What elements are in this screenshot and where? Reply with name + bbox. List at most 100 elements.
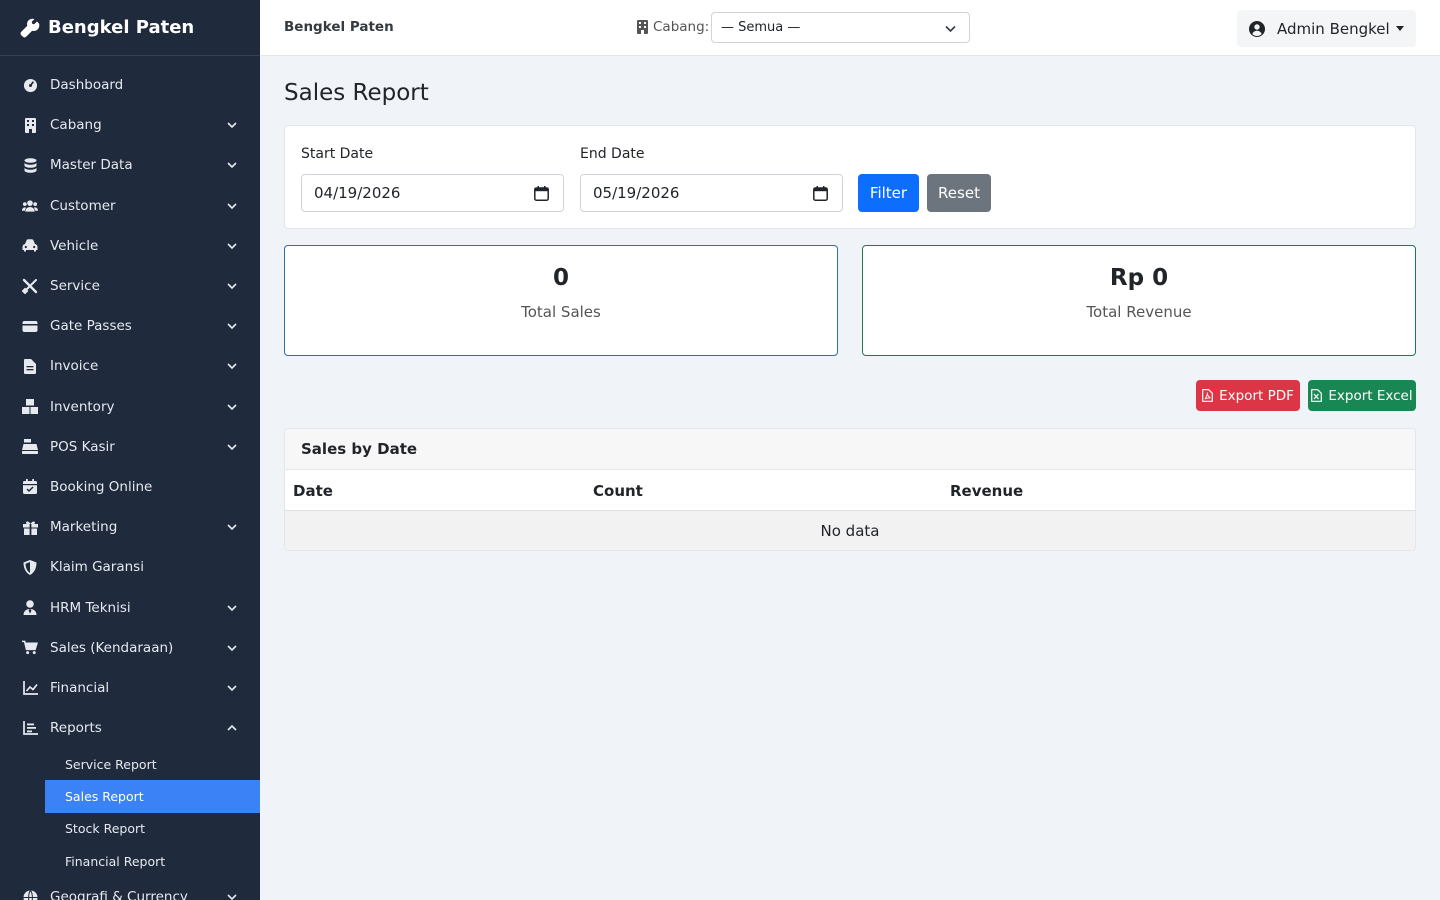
caret-down-icon (1396, 26, 1404, 31)
tools-icon (22, 278, 38, 295)
chevron-down-icon (226, 119, 238, 131)
reset-button[interactable]: Reset (927, 174, 991, 212)
building-icon (637, 20, 649, 34)
sidebar-item-label: Booking Online (50, 478, 153, 495)
total-revenue-label: Total Revenue (1086, 303, 1192, 321)
sidebar-item-label: Inventory (50, 398, 115, 415)
sidebar-item-dashboard[interactable]: Dashboard (0, 65, 260, 105)
total-sales-value: 0 (552, 265, 569, 291)
user-name: Admin Bengkel (1277, 19, 1390, 38)
gatepass-icon (22, 318, 38, 334)
sidebar-item-label: Cabang (50, 117, 102, 134)
end-date-input[interactable]: 05/19/2026 (580, 174, 843, 212)
table-empty-row: No data (285, 511, 1415, 550)
export-pdf-label: Export PDF (1219, 387, 1294, 404)
boxes-icon (22, 399, 38, 415)
sidebar-item-klaim-garansi[interactable]: Klaim Garansi (0, 547, 260, 587)
sidebar-item-label: POS Kasir (50, 438, 115, 455)
building-icon (22, 117, 38, 133)
chevron-down-icon (226, 200, 238, 212)
reports-submenu: Service Report Sales Report Stock Report… (0, 748, 260, 877)
page-title: Sales Report (284, 80, 429, 106)
cabang-label: Cabang: (637, 19, 709, 35)
calendar-icon (813, 186, 828, 201)
sidebar-item-label: Sales (Kendaraan) (50, 639, 174, 656)
total-sales-label: Total Sales (521, 303, 601, 321)
brand-name: Bengkel Paten (48, 17, 195, 38)
calendar-icon (534, 186, 549, 201)
user-tie-icon (22, 600, 38, 616)
chevron-down-icon (226, 602, 238, 614)
sidebar-item-gate-passes[interactable]: Gate Passes (0, 306, 260, 346)
topbar-title: Bengkel Paten (284, 19, 394, 35)
database-icon (22, 157, 38, 173)
sidebar-item-invoice[interactable]: Invoice (0, 346, 260, 386)
sidebar-item-label: Marketing (50, 519, 118, 536)
chevron-down-icon (226, 441, 238, 453)
sidebar-item-financial[interactable]: Financial (0, 668, 260, 708)
wrench-icon (20, 18, 40, 38)
user-menu-button[interactable]: Admin Bengkel (1237, 10, 1416, 47)
end-date-label: End Date (580, 146, 645, 162)
sidebar-subitem-sales-report[interactable]: Sales Report (45, 780, 260, 813)
end-date-value: 05/19/2026 (593, 184, 680, 202)
sidebar-item-label: Vehicle (50, 237, 99, 254)
sidebar: Bengkel Paten Dashboard Cabang Master Da… (0, 0, 260, 900)
column-header-date: Date (293, 482, 333, 500)
sidebar-subitem-service-report[interactable]: Service Report (45, 748, 260, 780)
chevron-down-icon (944, 22, 957, 35)
total-revenue-value: Rp 0 (1109, 265, 1169, 291)
sidebar-item-sales-kendaraan[interactable]: Sales (Kendaraan) (0, 628, 260, 668)
table-header-row: Date Count Revenue (285, 470, 1415, 511)
chevron-down-icon (226, 280, 238, 292)
sidebar-item-label: Reports (50, 720, 102, 737)
sidebar-item-pos-kasir[interactable]: POS Kasir (0, 427, 260, 467)
sidebar-subitem-financial-report[interactable]: Financial Report (45, 845, 260, 877)
chart-bar-icon (22, 720, 38, 736)
chart-line-icon (22, 680, 38, 696)
sidebar-item-inventory[interactable]: Inventory (0, 387, 260, 427)
sidebar-item-label: Klaim Garansi (50, 559, 144, 576)
sidebar-item-marketing[interactable]: Marketing (0, 507, 260, 547)
dashboard-icon (22, 77, 38, 93)
calendar-icon (22, 479, 38, 495)
sidebar-item-label: Financial (50, 679, 110, 696)
chevron-down-icon (226, 521, 238, 533)
sidebar-subitem-stock-report[interactable]: Stock Report (45, 813, 260, 845)
sidebar-item-master-data[interactable]: Master Data (0, 145, 260, 185)
car-icon (22, 238, 38, 254)
topbar: Bengkel Paten Cabang: — Semua — Admin Be… (260, 0, 1440, 56)
sidebar-item-vehicle[interactable]: Vehicle (0, 226, 260, 266)
sidebar-item-cabang[interactable]: Cabang (0, 105, 260, 145)
total-sales-card: 0 Total Sales (284, 245, 838, 356)
sidebar-item-reports[interactable]: Reports (0, 708, 260, 748)
column-header-count: Count (593, 482, 643, 500)
file-excel-icon (1311, 389, 1323, 402)
start-date-value: 04/19/2026 (314, 184, 401, 202)
cabang-select[interactable]: — Semua — (711, 12, 970, 43)
user-circle-icon (1249, 20, 1265, 37)
start-date-input[interactable]: 04/19/2026 (301, 174, 564, 212)
sales-by-date-title: Sales by Date (285, 429, 1415, 470)
total-revenue-card: Rp 0 Total Revenue (862, 245, 1416, 356)
sidebar-item-label: Master Data (50, 157, 133, 174)
sidebar-item-label: Dashboard (50, 77, 124, 94)
gift-icon (22, 519, 38, 535)
sidebar-item-geografi-currency[interactable]: Geografi & Currency (0, 877, 260, 900)
filter-button[interactable]: Filter (858, 174, 919, 212)
sidebar-item-label: Service (50, 278, 100, 295)
sidebar-item-booking-online[interactable]: Booking Online (0, 467, 260, 507)
export-pdf-button[interactable]: Export PDF (1196, 380, 1300, 411)
sidebar-item-service[interactable]: Service (0, 266, 260, 306)
brand[interactable]: Bengkel Paten (0, 0, 260, 56)
chevron-up-icon (226, 722, 238, 734)
sidebar-item-customer[interactable]: Customer (0, 186, 260, 226)
filter-card: Start Date 04/19/2026 End Date 05/19/202… (284, 125, 1416, 229)
sidebar-item-hrm-teknisi[interactable]: HRM Teknisi (0, 587, 260, 627)
sidebar-item-label: Gate Passes (50, 318, 132, 335)
chevron-down-icon (226, 682, 238, 694)
export-excel-button[interactable]: Export Excel (1308, 380, 1416, 411)
sidebar-item-label: Geografi & Currency (50, 889, 188, 900)
cash-register-icon (22, 439, 38, 455)
file-pdf-icon (1202, 389, 1213, 402)
